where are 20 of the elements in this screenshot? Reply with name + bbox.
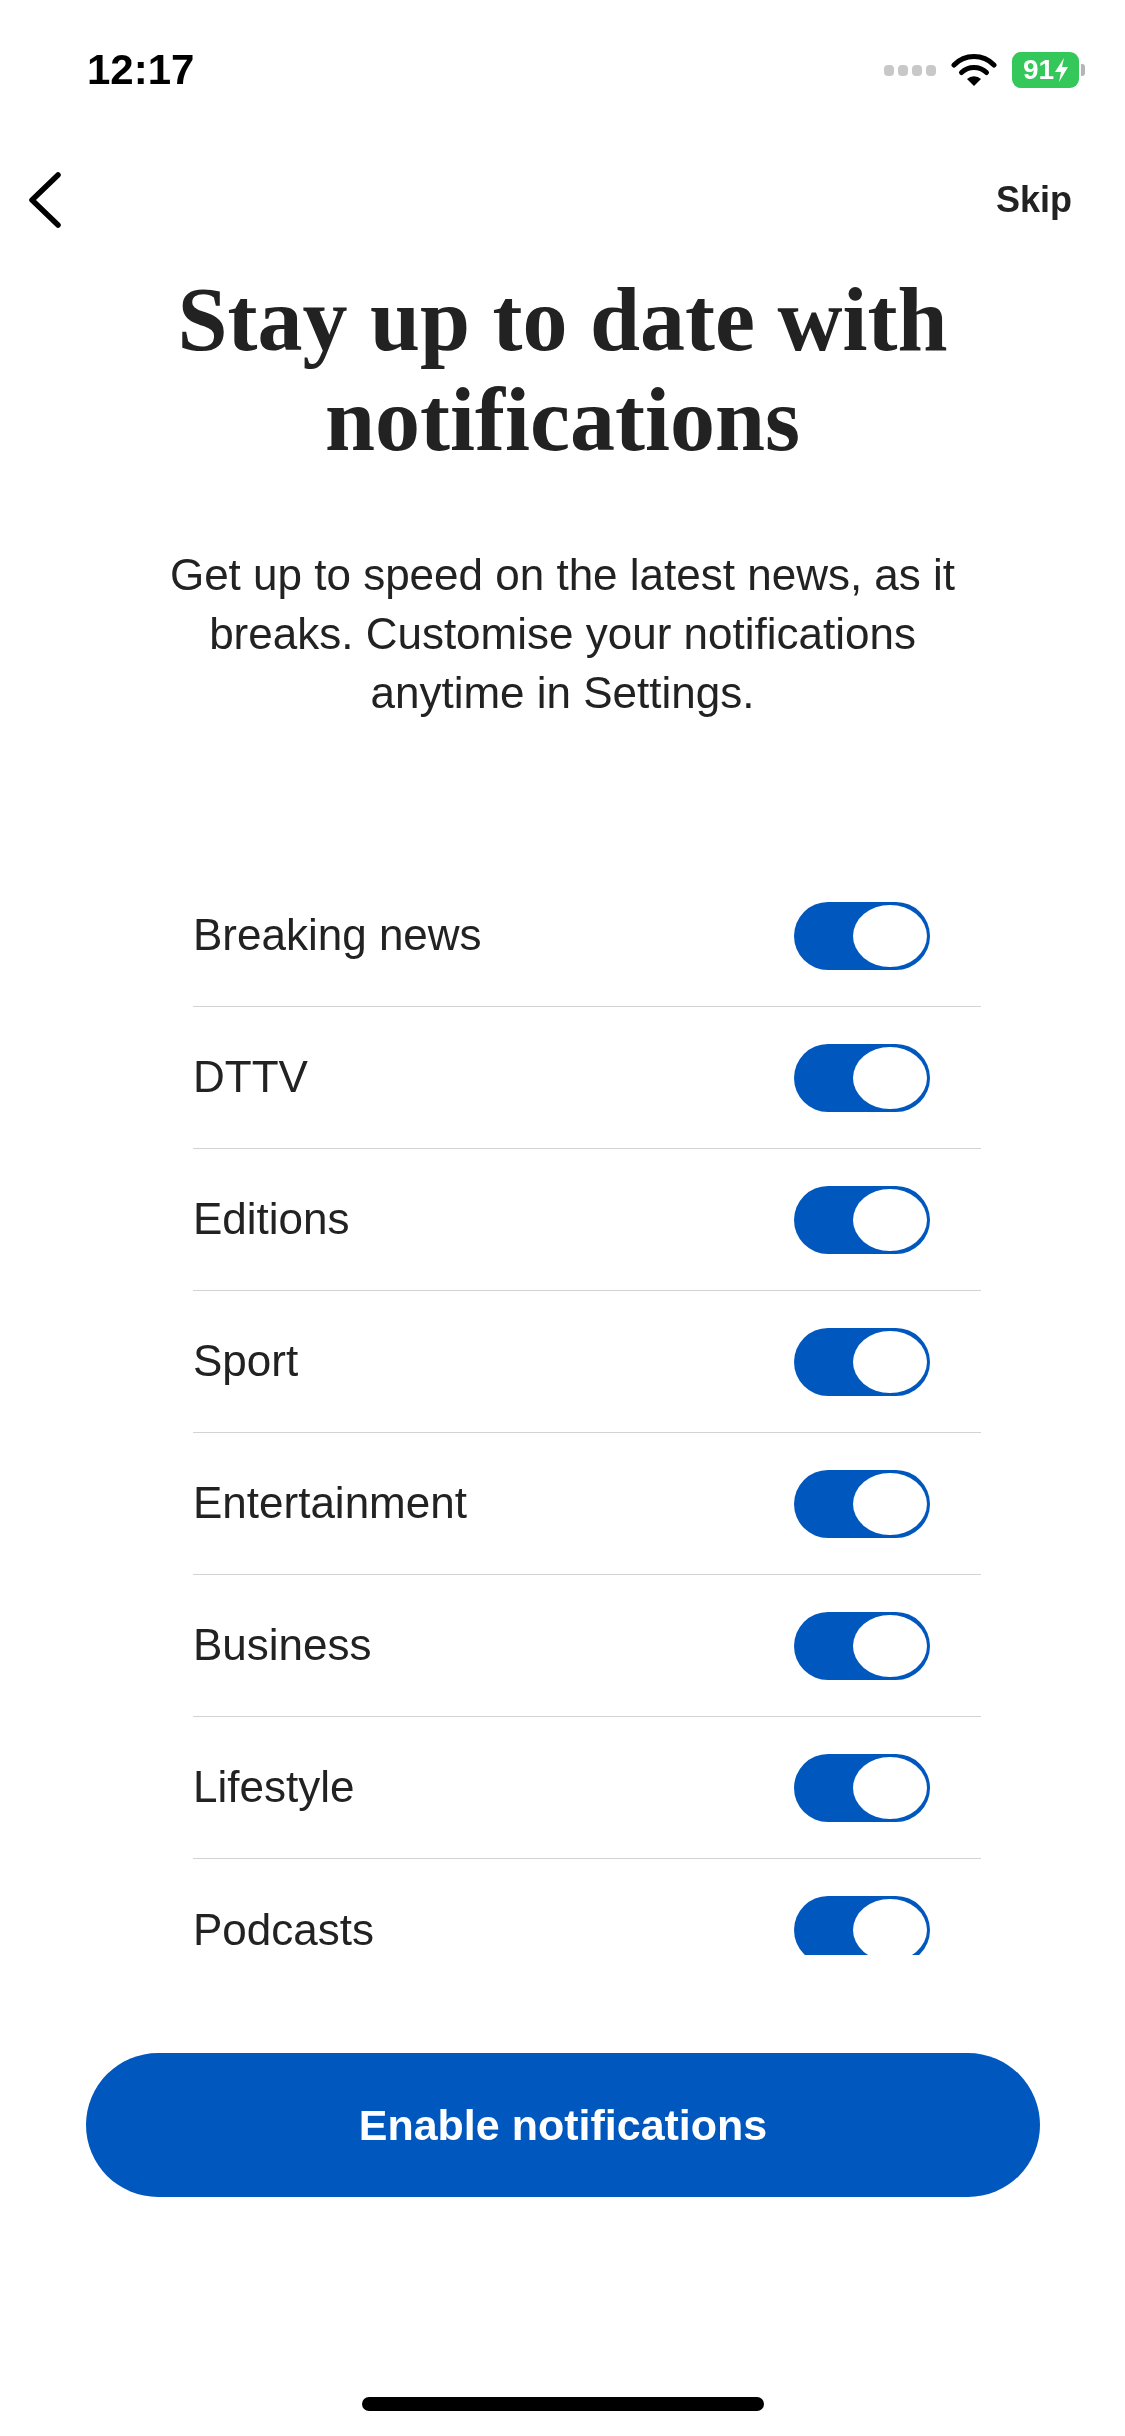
description-text: Get up to speed on the latest news, as it breaks. Customise your notifications anytime in Settings. [168,549,957,719]
back-button[interactable] [26,171,64,229]
notification-label: Podcasts [193,1905,374,1955]
chevron-left-icon [26,171,64,229]
skip-button[interactable]: Skip [995,180,1072,220]
notification-label: Breaking news [193,911,482,960]
page-title: Stay up to date with notifications [176,270,949,470]
notification-label: Sport [193,1337,299,1386]
wifi-icon [951,53,997,87]
toggle-switch[interactable] [794,1896,930,1955]
signal-icon [884,64,936,76]
status-time: 12:17 [87,49,195,91]
notification-label: Entertainment [193,1479,467,1528]
notification-label: DTTV [193,1053,308,1102]
notification-label: Lifestyle [193,1763,355,1812]
enable-notifications-button[interactable]: Enable notifications [86,2053,1040,2197]
notification-label: Editions [193,1195,350,1244]
battery-percentage: 91 [1022,56,1055,84]
charging-bolt-icon [1055,58,1069,82]
notification-label: Business [193,1621,372,1670]
